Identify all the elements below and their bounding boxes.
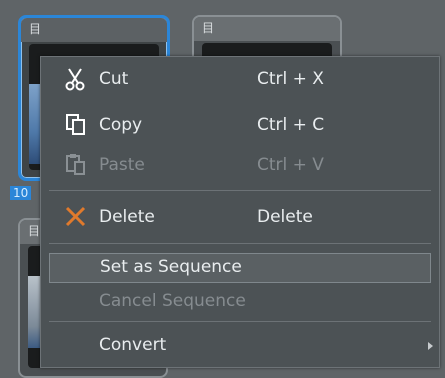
menu-item-copy[interactable]: Copy Ctrl + C (41, 109, 439, 143)
menu-item-cut[interactable]: Cut Ctrl + X (41, 63, 439, 97)
menu-item-label: Paste (99, 155, 145, 175)
menu-item-label: Set as Sequence (100, 257, 242, 277)
menu-item-label: Cut (99, 69, 129, 89)
film-strip-icon: 目 (29, 22, 42, 36)
menu-separator (49, 190, 431, 191)
menu-item-convert[interactable]: Convert (41, 329, 439, 363)
context-menu: Cut Ctrl + X Copy Ctrl + C Paste Ctrl + … (40, 56, 440, 368)
menu-item-delete[interactable]: Delete Delete (41, 201, 439, 235)
film-strip-icon: 目 (202, 21, 215, 35)
menu-item-cancel-sequence[interactable]: Cancel Sequence (41, 285, 439, 319)
delete-x-icon (65, 206, 86, 227)
menu-item-shortcut: Ctrl + C (257, 115, 325, 135)
menu-item-label: Copy (99, 115, 143, 135)
scissors-icon (65, 68, 85, 91)
menu-item-shortcut: Ctrl + X (257, 69, 324, 89)
submenu-arrow-icon (428, 342, 433, 350)
menu-item-label: Delete (99, 207, 155, 227)
menu-item-shortcut: Delete (257, 207, 313, 227)
paste-icon (66, 154, 85, 175)
menu-separator (49, 321, 431, 322)
menu-item-label: Cancel Sequence (99, 291, 246, 311)
menu-item-paste[interactable]: Paste Ctrl + V (41, 149, 439, 183)
thumbnail-header: 目 (21, 18, 167, 42)
menu-separator (49, 243, 431, 244)
menu-item-label: Convert (99, 335, 167, 355)
thumbnail-number: 10 (10, 186, 32, 200)
menu-item-shortcut: Ctrl + V (257, 155, 324, 175)
menu-item-set-as-sequence[interactable]: Set as Sequence (49, 253, 431, 283)
thumbnail-header: 目 (194, 17, 340, 41)
copy-icon (66, 114, 85, 135)
film-strip-icon: 目 (28, 224, 41, 238)
